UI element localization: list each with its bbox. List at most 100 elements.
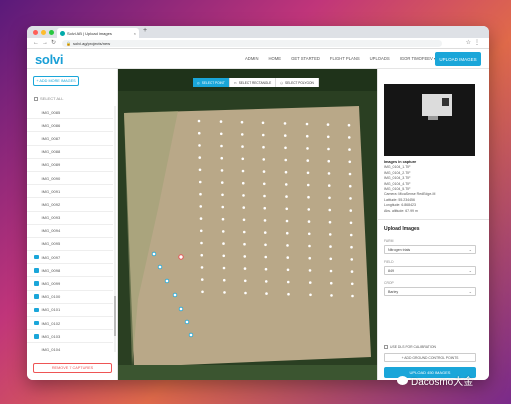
image-checkbox[interactable] xyxy=(34,202,39,207)
capture-point[interactable] xyxy=(329,257,333,261)
capture-point[interactable] xyxy=(348,160,352,164)
capture-point[interactable] xyxy=(285,219,289,223)
dls-calibration-row[interactable]: USE DLS FOR CALIBRATION xyxy=(384,345,436,349)
capture-point[interactable] xyxy=(306,171,310,175)
capture-point[interactable] xyxy=(199,205,203,208)
capture-point[interactable] xyxy=(349,221,353,225)
capture-point[interactable] xyxy=(305,134,309,138)
capture-point[interactable] xyxy=(262,158,266,161)
capture-point[interactable] xyxy=(283,134,287,137)
close-window-button[interactable] xyxy=(33,30,38,35)
capture-point[interactable] xyxy=(308,244,311,248)
image-checkbox[interactable] xyxy=(34,294,39,299)
image-list-item[interactable]: IMG_0092 xyxy=(27,198,113,212)
capture-point[interactable] xyxy=(220,181,224,184)
capture-point[interactable] xyxy=(200,253,204,257)
selected-capture-point[interactable] xyxy=(178,306,184,312)
capture-point[interactable] xyxy=(241,181,245,185)
image-checkbox[interactable] xyxy=(34,229,39,234)
image-checkbox[interactable] xyxy=(34,123,39,128)
capture-point[interactable] xyxy=(328,196,331,200)
capture-point[interactable] xyxy=(244,291,247,295)
capture-point[interactable] xyxy=(263,206,267,210)
map-view[interactable]: ◎ SELECT POINT ▭ SELECT RECTANGLE ⬠ SELECT PO… xyxy=(118,69,377,380)
capture-point[interactable] xyxy=(307,232,311,236)
nav-uploads[interactable]: UPLOADS xyxy=(370,56,390,61)
capture-point[interactable] xyxy=(241,169,245,173)
image-list-item[interactable]: IMG_0102 xyxy=(27,317,113,331)
capture-point[interactable] xyxy=(221,230,225,233)
image-checkbox[interactable] xyxy=(34,307,39,313)
image-list-item[interactable]: IMG_0087 xyxy=(27,132,113,146)
capture-point[interactable] xyxy=(305,122,309,126)
capture-point[interactable] xyxy=(220,156,224,160)
capture-point[interactable] xyxy=(198,180,202,184)
capture-point[interactable] xyxy=(200,266,204,269)
capture-point[interactable] xyxy=(222,254,226,258)
capture-point[interactable] xyxy=(328,233,332,236)
capture-point[interactable] xyxy=(264,243,267,247)
capture-point[interactable] xyxy=(349,197,352,200)
image-list-item[interactable]: IMG_0086 xyxy=(27,119,113,133)
capture-point[interactable] xyxy=(199,192,202,196)
capture-point[interactable] xyxy=(223,291,226,294)
capture-point[interactable] xyxy=(348,184,352,188)
image-list-item[interactable]: IMG_0088 xyxy=(27,146,113,159)
image-list-item[interactable]: IMG_0098 xyxy=(27,264,113,278)
capture-point[interactable] xyxy=(198,144,201,147)
capture-point[interactable] xyxy=(347,136,351,139)
nav-arrows-icon[interactable]: ←→↻ xyxy=(33,39,59,46)
capture-point[interactable] xyxy=(306,147,309,150)
capture-point[interactable] xyxy=(287,292,290,296)
image-checkbox[interactable] xyxy=(34,136,39,141)
capture-point[interactable] xyxy=(307,208,311,211)
capture-point[interactable] xyxy=(222,266,226,270)
crop-select[interactable]: Barley ⌄ xyxy=(384,287,476,296)
dls-calibration-checkbox[interactable] xyxy=(384,345,388,349)
capture-point[interactable] xyxy=(286,244,289,247)
capture-point[interactable] xyxy=(219,132,223,136)
add-more-images-button[interactable]: + ADD MORE IMAGES xyxy=(33,76,79,86)
capture-point[interactable] xyxy=(261,121,265,125)
capture-point[interactable] xyxy=(286,256,290,259)
capture-point[interactable] xyxy=(327,147,330,151)
image-checkbox[interactable] xyxy=(34,347,39,352)
capture-point[interactable] xyxy=(243,242,246,246)
nav-get-started[interactable]: GET STARTED xyxy=(291,56,320,61)
capture-point[interactable] xyxy=(285,231,289,235)
selected-capture-point[interactable] xyxy=(151,251,157,257)
image-checkbox[interactable] xyxy=(34,149,39,154)
image-list-item[interactable]: IMG_0095 xyxy=(27,238,113,252)
capture-point[interactable] xyxy=(200,241,203,245)
capture-point[interactable] xyxy=(198,168,202,172)
nav-user-menu[interactable]: IGOR TIMOFEEV ▾ xyxy=(400,56,436,61)
capture-point[interactable] xyxy=(350,282,354,286)
solvi-logo[interactable]: solvi xyxy=(35,52,63,67)
capture-point[interactable] xyxy=(309,293,312,297)
capture-point[interactable] xyxy=(221,217,225,221)
image-checkbox[interactable] xyxy=(34,334,39,339)
selected-capture-point[interactable] xyxy=(184,319,190,325)
capture-point[interactable] xyxy=(350,270,354,273)
capture-point[interactable] xyxy=(243,279,247,283)
capture-point[interactable] xyxy=(349,209,353,212)
selected-capture-point[interactable] xyxy=(188,332,194,338)
add-gcp-button[interactable]: + ADD GROUND CONTROL POINTS xyxy=(384,353,476,362)
image-checkbox[interactable] xyxy=(34,254,39,260)
capture-point[interactable] xyxy=(199,229,203,233)
browser-menu-icons[interactable]: ☆⋮ xyxy=(466,39,483,46)
selected-capture-point[interactable] xyxy=(172,292,178,298)
nav-flight-plans[interactable]: FLIGHT PLANS xyxy=(330,56,360,61)
nav-admin[interactable]: ADMIN xyxy=(245,56,259,61)
capture-point[interactable] xyxy=(285,195,288,198)
capture-point[interactable] xyxy=(263,194,266,198)
capture-point[interactable] xyxy=(242,194,245,197)
capture-point[interactable] xyxy=(348,148,351,151)
list-scrollbar[interactable] xyxy=(114,106,116,352)
minimize-window-button[interactable] xyxy=(41,30,46,35)
image-list-item[interactable]: IMG_0085 xyxy=(27,106,113,120)
image-list-item[interactable]: IMG_0101 xyxy=(27,304,113,317)
capture-point[interactable] xyxy=(242,230,246,234)
capture-point[interactable] xyxy=(198,156,202,159)
capture-point[interactable] xyxy=(220,169,224,172)
